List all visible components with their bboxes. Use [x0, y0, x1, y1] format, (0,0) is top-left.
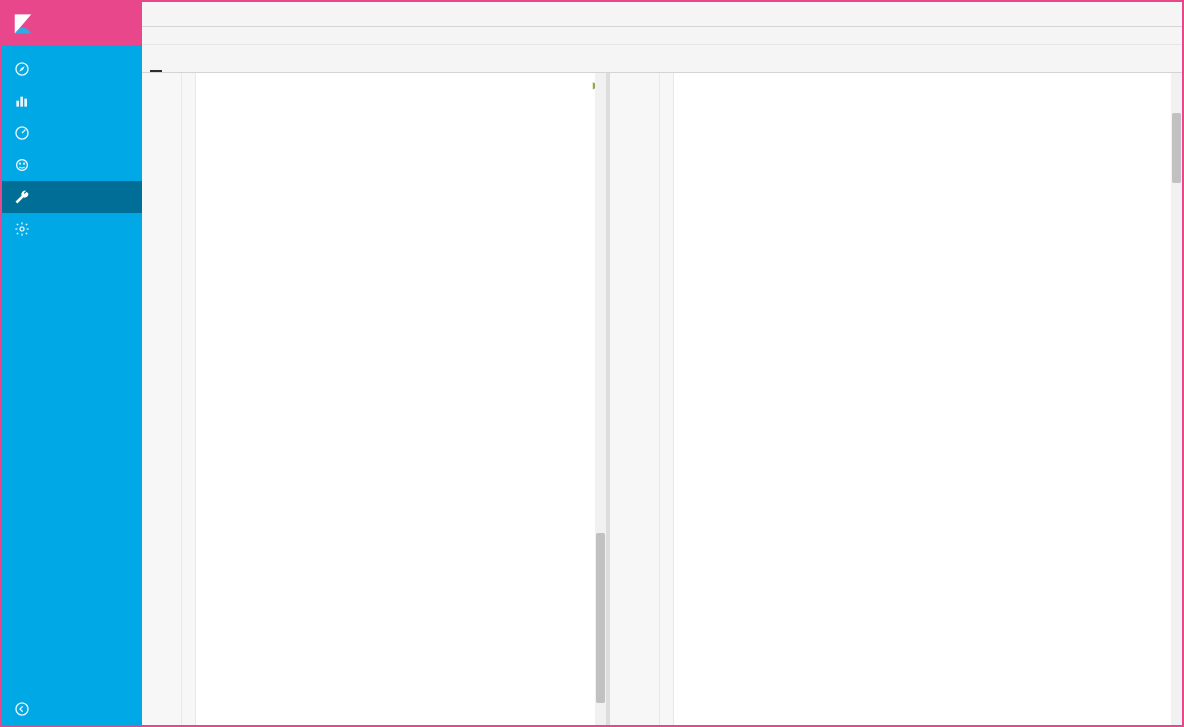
sidebar-item-timelion[interactable] — [2, 149, 142, 181]
sidebar-item-dashboard[interactable] — [2, 117, 142, 149]
sidebar-item-discover[interactable] — [2, 53, 142, 85]
scrollbar-thumb[interactable] — [1172, 113, 1181, 183]
timelion-icon — [14, 157, 30, 173]
wrench-icon — [14, 189, 30, 205]
collapse-icon — [14, 701, 30, 717]
tabs — [142, 45, 1182, 73]
compass-icon — [14, 61, 30, 77]
request-code[interactable] — [196, 73, 606, 725]
fold-gutter-right — [660, 73, 674, 725]
scrollbar-right[interactable] — [1171, 73, 1182, 725]
gauge-icon — [14, 125, 30, 141]
request-editor[interactable]: ▶ — [142, 73, 610, 725]
line-gutter-right — [610, 73, 660, 725]
response-code — [674, 73, 1182, 725]
fold-gutter-left — [182, 73, 196, 725]
scrollbar-thumb[interactable] — [596, 533, 605, 703]
toolbar-spacer — [142, 27, 1182, 45]
brand-logo[interactable] — [2, 2, 142, 45]
nav — [2, 45, 142, 693]
line-gutter-left — [142, 73, 182, 725]
console-panes: ▶ ⋮ — [142, 73, 1182, 725]
gear-icon — [14, 221, 30, 237]
sidebar — [2, 2, 142, 725]
bar-chart-icon — [14, 93, 30, 109]
sidebar-item-management[interactable] — [2, 213, 142, 245]
collapse-button[interactable] — [2, 693, 142, 725]
scrollbar-left[interactable] — [595, 73, 606, 725]
tab-console[interactable] — [150, 62, 162, 72]
kibana-logo-icon — [12, 13, 34, 35]
sidebar-item-visualize[interactable] — [2, 85, 142, 117]
main: ▶ ⋮ — [142, 2, 1182, 725]
breadcrumb — [142, 2, 1182, 27]
response-viewer[interactable] — [610, 73, 1182, 725]
sidebar-item-devtools[interactable] — [2, 181, 142, 213]
